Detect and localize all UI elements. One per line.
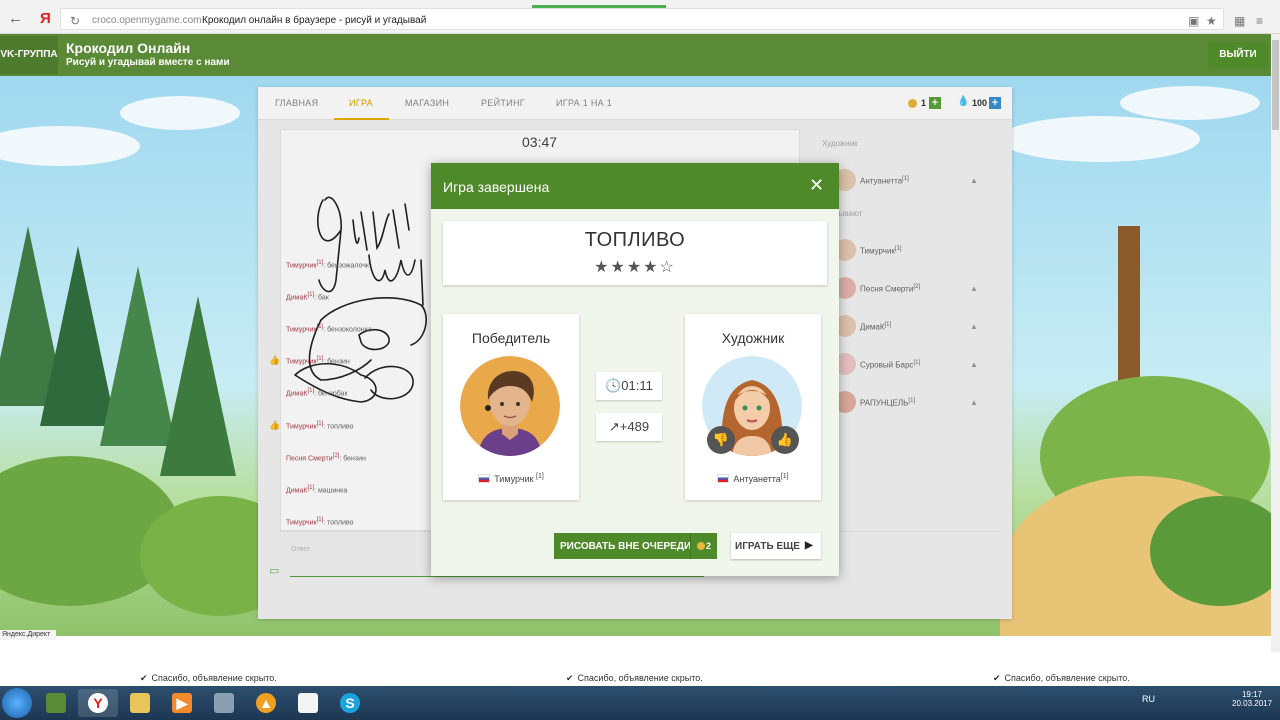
taskbar: Y ▶ ▲ S RU 19:17 20.03.2017 [0, 686, 1280, 720]
site-header: VK-ГРУППА Крокодил Онлайн Рисуй и угадыв… [0, 34, 1280, 76]
yandex-direct-label[interactable]: Яндекс.Директ [0, 630, 56, 640]
page-title: Крокодил онлайн в браузере - рисуй и уга… [202, 15, 427, 26]
page-scrollbar[interactable] [1271, 34, 1280, 652]
site-title: Крокодил Онлайн [66, 40, 191, 56]
word-card: ТОПЛИВО ★★★★☆ [443, 221, 827, 285]
image-icon[interactable]: ▦ [1234, 14, 1245, 28]
play-again-button[interactable]: ИГРАТЬ ЕЩЕ ▶ [731, 533, 821, 559]
yandex-browser-icon[interactable]: Y [78, 689, 118, 717]
back-icon[interactable]: ← [8, 10, 23, 27]
language-indicator[interactable]: RU [1142, 694, 1155, 704]
dialog-header: Игра завершена ✕ [431, 163, 839, 209]
artist-level: [1] [780, 473, 789, 480]
dialog-title: Игра завершена [443, 179, 550, 195]
ad-hidden-notice: ✔ Спасибо, объявление скрыто. [566, 673, 703, 683]
draw-out-of-turn-button[interactable]: РИСОВАТЬ ВНЕ ОЧЕРЕДИ 2 [554, 533, 717, 559]
artist-card: Художник 👎 👍 Антуанетта[1] [685, 314, 821, 500]
artist-name: Антуанетта [733, 474, 781, 484]
yandex-icon[interactable]: Я [40, 10, 51, 27]
coin-icon [696, 542, 705, 550]
clock-icon: 🕓 [605, 378, 622, 393]
exit-button[interactable]: ВЫЙТИ [1208, 42, 1268, 68]
winner-title: Победитель [471, 330, 551, 346]
scrollbar-thumb[interactable] [1272, 40, 1279, 130]
url-text[interactable]: croco.openmygame.com [92, 15, 202, 26]
bookmark-star-icon[interactable]: ★ [1206, 14, 1217, 28]
game-over-dialog: Игра завершена ✕ ТОПЛИВО ★★★★☆ Победител… [431, 163, 839, 576]
menu-icon[interactable]: ≡ [1256, 14, 1263, 28]
file-explorer-icon[interactable] [120, 689, 160, 717]
russia-flag-icon [717, 474, 730, 483]
document-icon[interactable] [288, 689, 328, 717]
extension-icon[interactable]: ▣ [1188, 14, 1199, 28]
avast-icon[interactable]: ▲ [246, 689, 286, 717]
skype-icon[interactable]: S [330, 689, 370, 717]
site-subtitle: Рисуй и угадывай вместе с нами [66, 57, 230, 68]
draw-cost: 2 [690, 533, 717, 559]
guess-time: 🕓01:11 [596, 372, 662, 400]
winner-avatar [460, 356, 560, 456]
winner-name: Тимурчик [494, 474, 534, 484]
play-icon: ▶ [805, 540, 813, 551]
browser-toolbar: ← Я ↻ croco.openmygame.com Крокодил онла… [0, 0, 1280, 34]
word-rating-stars[interactable]: ★★★★☆ [443, 257, 827, 277]
trend-up-icon: ↗ [608, 419, 620, 434]
minecraft-icon[interactable] [36, 689, 76, 717]
ad-hidden-notice: ✔ Спасибо, объявление скрыто. [140, 673, 277, 683]
thumbs-down-icon[interactable]: 👎 [707, 426, 735, 454]
clock[interactable]: 19:17 20.03.2017 [1232, 690, 1272, 708]
media-player-icon[interactable]: ▶ [162, 689, 202, 717]
winner-level: [1] [536, 473, 544, 480]
thumbs-up-icon[interactable]: 👍 [771, 426, 799, 454]
vk-group-button[interactable]: VK-ГРУППА [0, 36, 58, 74]
ad-hidden-notice: ✔ Спасибо, объявление скрыто. [993, 673, 1130, 683]
reload-icon[interactable]: ↻ [70, 14, 80, 28]
artist-title: Художник [721, 330, 785, 346]
close-icon[interactable]: ✕ [809, 175, 824, 195]
russia-flag-icon [478, 474, 491, 483]
winner-card: Победитель Тимурчик [1] [443, 314, 579, 500]
guessed-word: ТОПЛИВО [584, 229, 686, 251]
start-button[interactable] [2, 688, 32, 718]
score-gain: ↗+489 [596, 413, 662, 441]
app-icon[interactable] [204, 689, 244, 717]
